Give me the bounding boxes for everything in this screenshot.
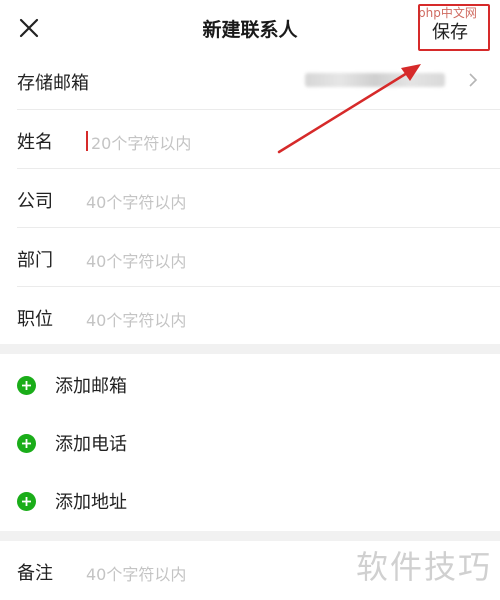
position-row: 职位 40个字符以内: [0, 288, 500, 346]
storage-mailbox-value-blurred: [305, 73, 445, 87]
department-row: 部门 40个字符以内: [0, 229, 500, 287]
text-cursor: [86, 131, 88, 151]
position-label: 职位: [17, 309, 53, 330]
add-email-row[interactable]: 添加邮箱: [0, 355, 500, 413]
company-label: 公司: [17, 191, 53, 212]
divider: [17, 227, 500, 228]
divider: [17, 109, 500, 110]
section-separator: [0, 531, 500, 541]
department-input[interactable]: 40个字符以内: [86, 248, 186, 272]
department-label: 部门: [17, 250, 53, 271]
chevron-right-icon: [469, 73, 478, 87]
section-separator: [0, 344, 500, 354]
position-input[interactable]: 40个字符以内: [86, 307, 186, 331]
add-address-row[interactable]: 添加地址: [0, 471, 500, 529]
save-button[interactable]: 保存: [432, 18, 468, 44]
add-phone-row[interactable]: 添加电话: [0, 413, 500, 471]
note-input[interactable]: 40个字符以内: [86, 561, 186, 585]
plus-circle-icon: [17, 376, 36, 395]
add-address-label: 添加地址: [55, 492, 127, 513]
watermark-text: 软件技巧: [356, 548, 493, 586]
name-row: 姓名 20个字符以内: [0, 111, 500, 169]
plus-circle-icon: [17, 492, 36, 511]
add-phone-label: 添加电话: [55, 434, 127, 455]
storage-mailbox-label: 存储邮箱: [17, 73, 89, 94]
divider: [17, 168, 500, 169]
note-label: 备注: [17, 563, 53, 584]
watermark-logo: php中文网: [418, 6, 477, 20]
name-label: 姓名: [17, 132, 53, 153]
plus-circle-icon: [17, 434, 36, 453]
name-input[interactable]: 20个字符以内: [91, 130, 191, 154]
add-email-label: 添加邮箱: [55, 376, 127, 397]
company-input[interactable]: 40个字符以内: [86, 189, 186, 213]
company-row: 公司 40个字符以内: [0, 170, 500, 228]
divider: [17, 286, 500, 287]
